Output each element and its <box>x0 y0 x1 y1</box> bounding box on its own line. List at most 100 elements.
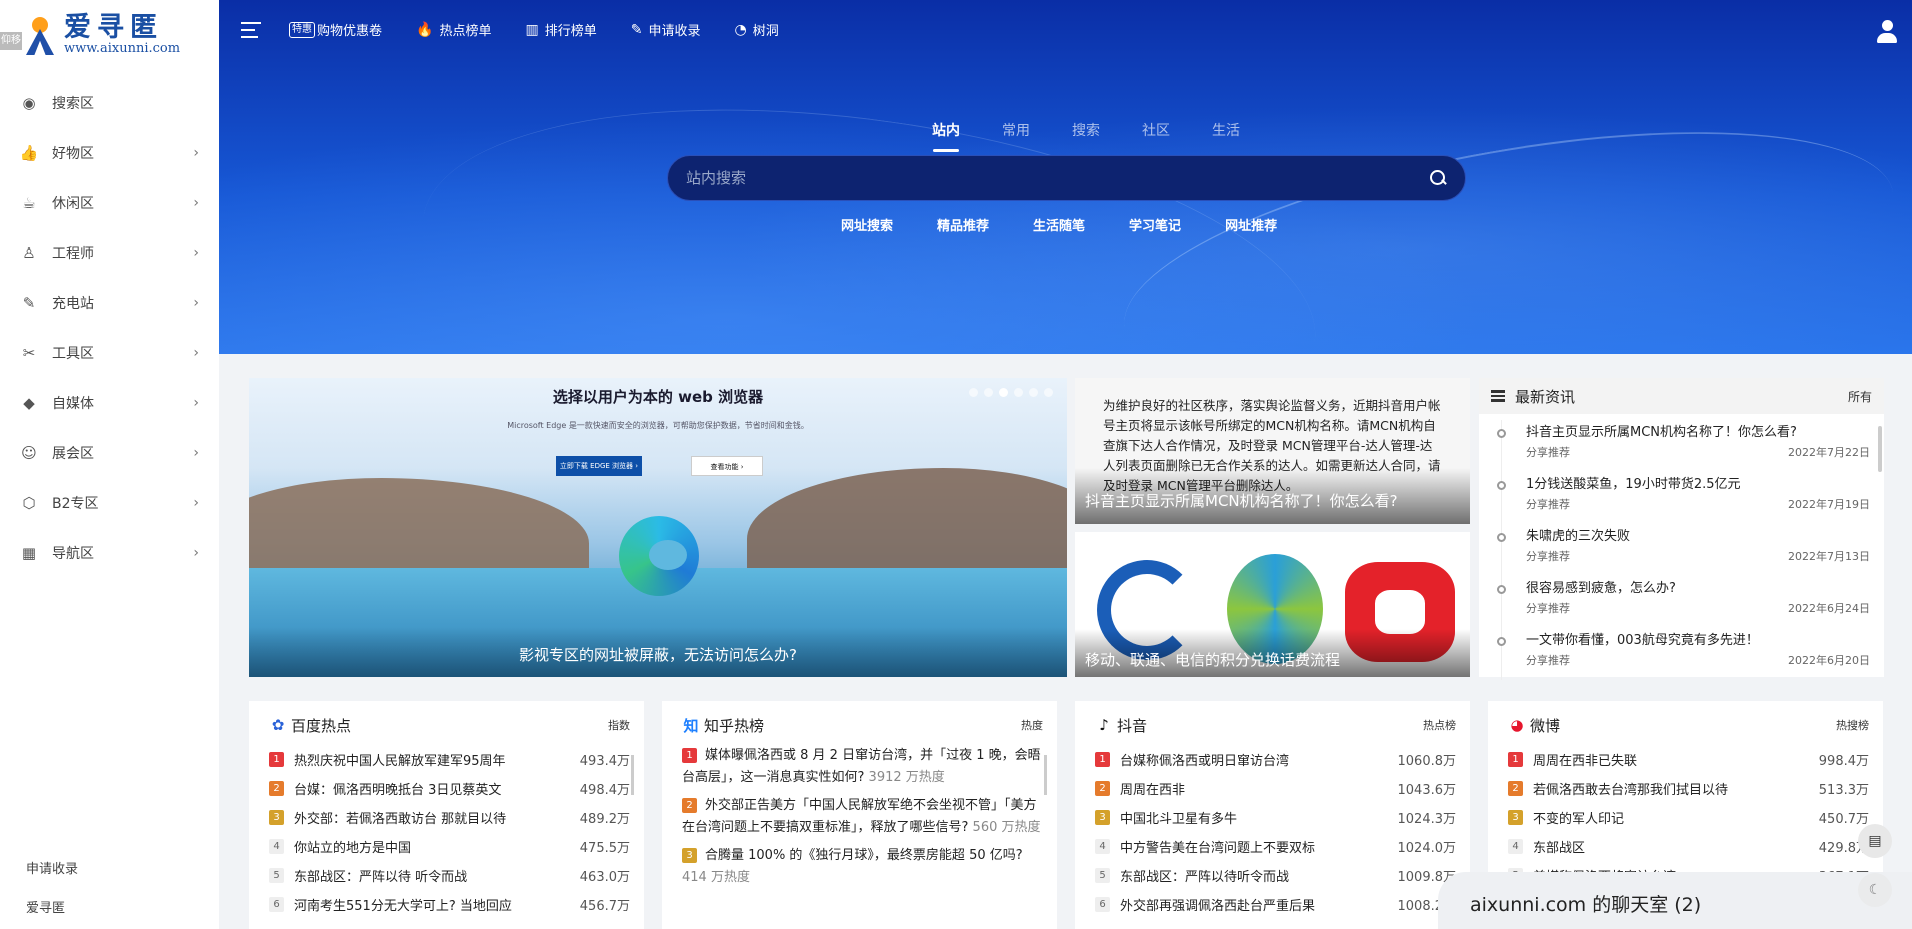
sidebar-item[interactable]: ⬡ B2专区 › <box>0 478 219 528</box>
hot-item-title[interactable]: 中国北斗卫星有多牛 <box>1120 808 1390 827</box>
search-tab[interactable]: 社区 <box>1121 120 1191 140</box>
news-item[interactable]: 抖音主页显示所属MCN机构名称了！你怎么看? 分享推荐 2022年7月22日 <box>1497 420 1870 472</box>
hot-list-row[interactable]: 4 中方警告美在台湾问题上不要双标 1024.0万 <box>1095 832 1456 861</box>
sidebar-footer-home[interactable]: 爱寻匿 <box>26 897 65 916</box>
hot-list-row[interactable]: 3 不变的军人印记 450.7万 <box>1508 803 1869 832</box>
menu-toggle-icon[interactable] <box>241 21 261 38</box>
chat-room-bar[interactable]: aixunni.com 的聊天室 (2) <box>1438 872 1912 929</box>
hot-list-row[interactable]: 1 台媒称佩洛西或明日窜访台湾 1060.8万 <box>1095 745 1456 774</box>
search-icon[interactable] <box>1429 169 1447 187</box>
sidebar-item[interactable]: ◉ 搜索区 <box>0 78 219 128</box>
hot-item-title[interactable]: 台媒称佩洛西或明日窜访台湾 <box>1120 750 1390 769</box>
news-item-category[interactable]: 分享推荐 <box>1526 652 1570 668</box>
sidebar-item[interactable]: ✂ 工具区 › <box>0 328 219 378</box>
carousel-dot[interactable] <box>1044 388 1053 397</box>
hot-item-title[interactable]: 周周在西非 <box>1120 779 1390 798</box>
hot-list-row[interactable]: 1 媒体曝佩洛西或 8 月 2 日窜访台湾，并「过夜 1 晚，会晤台高层」，这一消… <box>682 745 1043 789</box>
carousel-dot[interactable] <box>1029 388 1038 397</box>
quick-link[interactable]: 生活随笔 <box>1033 215 1085 234</box>
article-card-mcn[interactable]: 为维护良好的社区秩序，落实舆论监督义务，近期抖音用户帐号主页将显示该帐号所绑定的… <box>1075 378 1470 524</box>
hot-list-row[interactable]: 1 热烈庆祝中国人民解放军建军95周年 493.4万 <box>269 745 630 774</box>
quick-link[interactable]: 学习笔记 <box>1129 215 1181 234</box>
sidebar-item[interactable]: ☕ 休闲区 › <box>0 178 219 228</box>
news-item-title[interactable]: 抖音主页显示所属MCN机构名称了！你怎么看? <box>1526 420 1870 444</box>
search-tab[interactable]: 搜索 <box>1051 120 1121 140</box>
quick-link[interactable]: 精品推荐 <box>937 215 989 234</box>
top-nav-item[interactable]: ▥ 排行榜单 <box>525 20 596 40</box>
search-input[interactable] <box>686 169 1429 187</box>
hot-list-row[interactable]: 2 台媒：佩洛西明晚抵台 3日见蔡英文 498.4万 <box>269 774 630 803</box>
sidebar-item[interactable]: ♙ 工程师 › <box>0 228 219 278</box>
hot-list-row[interactable]: 4 你站立的地方是中国 475.5万 <box>269 832 630 861</box>
article-card-telecom[interactable]: 移动、联通、电信的积分兑换话费流程 <box>1075 532 1470 677</box>
moon-icon[interactable]: ☾ <box>1858 873 1892 907</box>
hot-item-title[interactable]: 台媒：佩洛西明晚抵台 3日见蔡英文 <box>294 779 572 798</box>
search-tab[interactable]: 生活 <box>1191 120 1261 140</box>
news-item-category[interactable]: 分享推荐 <box>1526 600 1570 616</box>
sidebar-item[interactable]: ◆ 自媒体 › <box>0 378 219 428</box>
sidebar-item[interactable]: ☺ 展会区 › <box>0 428 219 478</box>
hot-item-title[interactable]: 不变的军人印记 <box>1533 808 1811 827</box>
hot-list-row[interactable]: 3 中国北斗卫星有多牛 1024.3万 <box>1095 803 1456 832</box>
carousel-dot[interactable] <box>1014 388 1023 397</box>
article-card-caption[interactable]: 抖音主页显示所属MCN机构名称了！你怎么看? <box>1075 468 1470 524</box>
hot-list-row[interactable]: 6 外交部再强调佩洛西赴台严重后果 1008.2万 <box>1095 890 1456 919</box>
carousel-dot[interactable] <box>984 388 993 397</box>
board-scrollbar[interactable] <box>1044 755 1047 795</box>
hot-item-title[interactable]: 中方警告美在台湾问题上不要双标 <box>1120 837 1390 856</box>
news-item-category[interactable]: 分享推荐 <box>1526 548 1570 564</box>
promo-download-button[interactable]: 立即下载 EDGE 浏览器 › <box>556 456 642 476</box>
carousel-dot[interactable] <box>969 388 978 397</box>
search-tab[interactable]: 常用 <box>981 120 1051 140</box>
hot-list-row[interactable]: 1 周周在西非已失联 998.4万 <box>1508 745 1869 774</box>
hot-item-title[interactable]: 热烈庆祝中国人民解放军建军95周年 <box>294 750 572 769</box>
search-tab[interactable]: 站内 <box>911 120 981 152</box>
user-icon[interactable] <box>1876 20 1898 44</box>
hot-item-title[interactable]: 东部战区 <box>1533 837 1811 856</box>
hot-list-row[interactable]: 3 外交部：若佩洛西敢访台 那就目以待 489.2万 <box>269 803 630 832</box>
board-scrollbar[interactable] <box>631 755 634 795</box>
hot-item-title[interactable]: 合腾量 100% 的《独行月球》，最终票房能超 50 亿吗? <box>705 848 1023 863</box>
sidebar-footer-apply[interactable]: 申请收录 <box>26 858 78 877</box>
hot-list-row[interactable]: 4 东部战区 429.8万 <box>1508 832 1869 861</box>
quick-link[interactable]: 网址推荐 <box>1225 215 1277 234</box>
hot-list-row[interactable]: 2 外交部正告美方「中国人民解放军绝不会坐视不管」「美方在台湾问题上不要搞双重标准… <box>682 795 1043 839</box>
hot-list-row[interactable]: 3 合腾量 100% 的《独行月球》，最终票房能超 50 亿吗? 414 万热度 <box>682 845 1043 889</box>
hot-item-title[interactable]: 东部战区：严阵以待听令而战 <box>1120 866 1390 885</box>
hot-item-title[interactable]: 河南考生551分无大学可上? 当地回应 <box>294 895 572 914</box>
top-nav-item[interactable]: 🔥 热点榜单 <box>416 20 491 40</box>
news-item-category[interactable]: 分享推荐 <box>1526 496 1570 512</box>
news-item[interactable]: 一文带你看懂，003航母究竟有多先进！ 分享推荐 2022年6月20日 <box>1497 628 1870 680</box>
news-item[interactable]: 很容易感到疲惫，怎么办? 分享推荐 2022年6月24日 <box>1497 576 1870 628</box>
article-card-caption[interactable]: 移动、联通、电信的积分兑换话费流程 <box>1075 629 1470 677</box>
site-logo[interactable]: 爱寻匿 www.aixunni.com <box>0 0 219 70</box>
top-nav-item[interactable]: ✎ 申请收录 <box>631 20 701 40</box>
news-item-title[interactable]: 很容易感到疲惫，怎么办? <box>1526 576 1870 600</box>
news-item[interactable]: 1分钱送酸菜鱼，19小时带货2.5亿元 分享推荐 2022年7月19日 <box>1497 472 1870 524</box>
side-tag[interactable]: 仰移 <box>0 32 22 50</box>
hot-list-row[interactable]: 5 东部战区：严阵以待听令而战 1009.8万 <box>1095 861 1456 890</box>
hot-item-title[interactable]: 你站立的地方是中国 <box>294 837 572 856</box>
sidebar-item[interactable]: ▦ 导航区 › <box>0 528 219 578</box>
hot-item-title[interactable]: 媒体曝佩洛西或 8 月 2 日窜访台湾，并「过夜 1 晚，会晤台高层」，这一消息… <box>682 748 1041 785</box>
hot-list-row[interactable]: 5 东部战区：严阵以待 听令而战 463.0万 <box>269 861 630 890</box>
hot-item-title[interactable]: 外交部：若佩洛西敢访台 那就目以待 <box>294 808 572 827</box>
news-item[interactable]: 朱啸虎的三次失败 分享推荐 2022年7月13日 <box>1497 524 1870 576</box>
promo-features-button[interactable]: 查看功能 › <box>691 456 763 476</box>
news-scrollbar[interactable] <box>1878 426 1882 472</box>
top-nav-item[interactable]: ◔ 树洞 <box>734 20 778 40</box>
sidebar-item[interactable]: 👍 好物区 › <box>0 128 219 178</box>
news-item-title[interactable]: 1分钱送酸菜鱼，19小时带货2.5亿元 <box>1526 472 1870 496</box>
carousel-dot[interactable] <box>999 388 1008 397</box>
hot-item-title[interactable]: 周周在西非已失联 <box>1533 750 1811 769</box>
hot-item-title[interactable]: 若佩洛西敢去台湾那我们拭目以待 <box>1533 779 1811 798</box>
hot-list-row[interactable]: 6 河南考生551分无大学可上? 当地回应 456.7万 <box>269 890 630 919</box>
hot-item-title[interactable]: 外交部再强调佩洛西赴台严重后果 <box>1120 895 1390 914</box>
news-item-category[interactable]: 分享推荐 <box>1526 444 1570 460</box>
sidebar-item[interactable]: ✎ 充电站 › <box>0 278 219 328</box>
hot-list-row[interactable]: 2 若佩洛西敢去台湾那我们拭目以待 513.3万 <box>1508 774 1869 803</box>
news-item-title[interactable]: 朱啸虎的三次失败 <box>1526 524 1870 548</box>
quick-link[interactable]: 网址搜索 <box>841 215 893 234</box>
hot-item-title[interactable]: 东部战区：严阵以待 听令而战 <box>294 866 572 885</box>
top-nav-item[interactable]: 特惠 购物优惠卷 <box>289 20 382 39</box>
